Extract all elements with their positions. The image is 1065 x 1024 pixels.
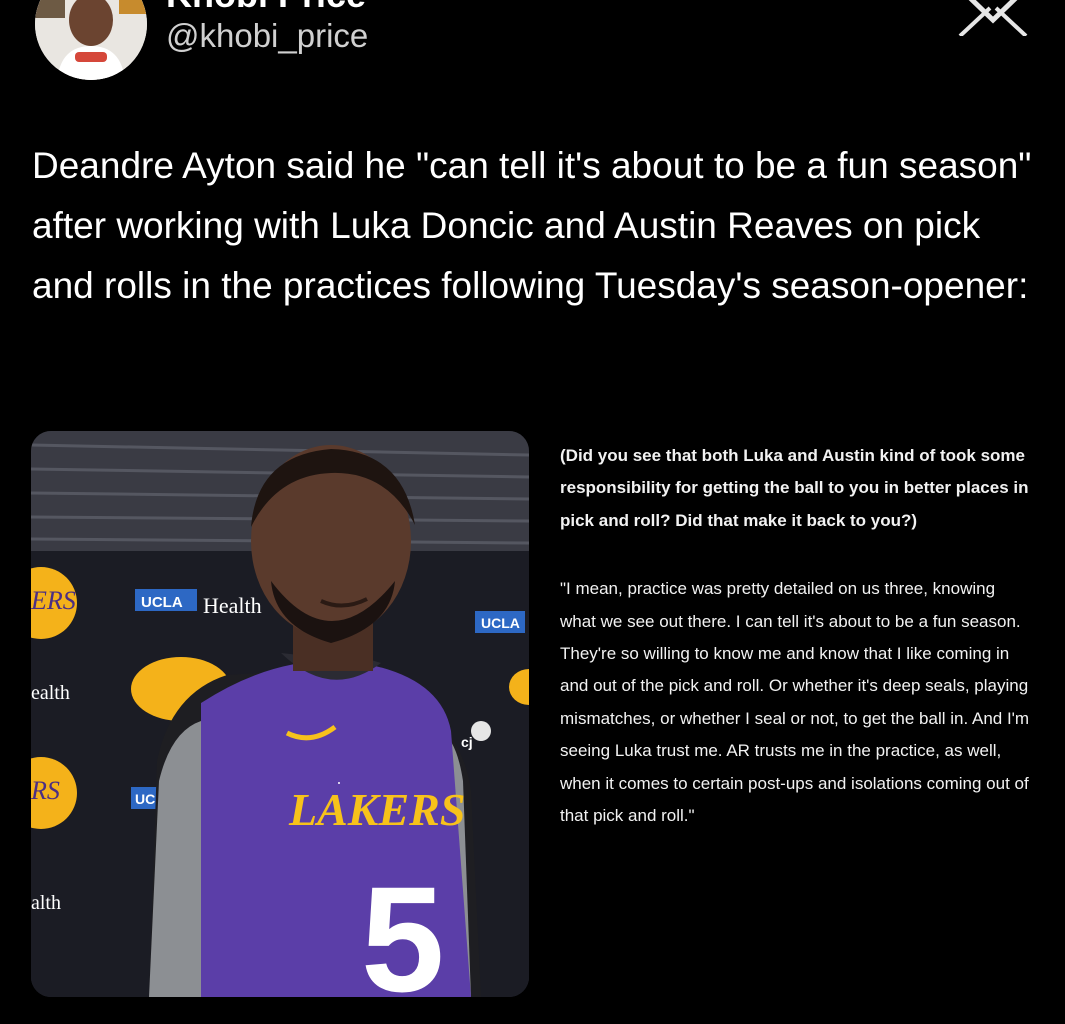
interview-question: (Did you see that both Luka and Austin k… bbox=[560, 446, 1029, 530]
tweet-media-image[interactable]: ERS RS UCLA Health ealth alth UCLA UC cj… bbox=[31, 431, 529, 997]
svg-text:alth: alth bbox=[31, 892, 61, 914]
interview-answer: "I mean, practice was pretty detailed on… bbox=[560, 579, 1030, 826]
tweet-text: Deandre Ayton said he "can tell it's abo… bbox=[32, 145, 1032, 306]
transcript-text: (Did you see that both Luka and Austin k… bbox=[560, 440, 1030, 832]
avatar-photo bbox=[35, 0, 147, 80]
svg-text:UCLA: UCLA bbox=[481, 615, 520, 631]
svg-text:ERS: ERS bbox=[31, 586, 76, 615]
svg-text:Health: Health bbox=[203, 593, 262, 618]
sponsor-logo-icon bbox=[471, 721, 491, 741]
jersey-number: 5 bbox=[361, 855, 444, 997]
author-display-name[interactable]: Khobi Price bbox=[166, 0, 366, 16]
x-logo-icon bbox=[956, 0, 1030, 36]
author-avatar[interactable] bbox=[35, 0, 147, 80]
author-handle[interactable]: @khobi_price bbox=[166, 17, 368, 55]
svg-text:ealth: ealth bbox=[31, 682, 70, 704]
svg-text:UC: UC bbox=[135, 791, 155, 807]
tweet-header: Khobi Price @khobi_price bbox=[0, 0, 1065, 120]
svg-text:UCLA: UCLA bbox=[141, 594, 183, 611]
svg-text:RS: RS bbox=[31, 776, 60, 805]
svg-text:cj: cj bbox=[461, 734, 473, 750]
jersey-team-name: LAKERS bbox=[288, 784, 465, 835]
press-conference-photo: ERS RS UCLA Health ealth alth UCLA UC cj… bbox=[31, 431, 529, 997]
